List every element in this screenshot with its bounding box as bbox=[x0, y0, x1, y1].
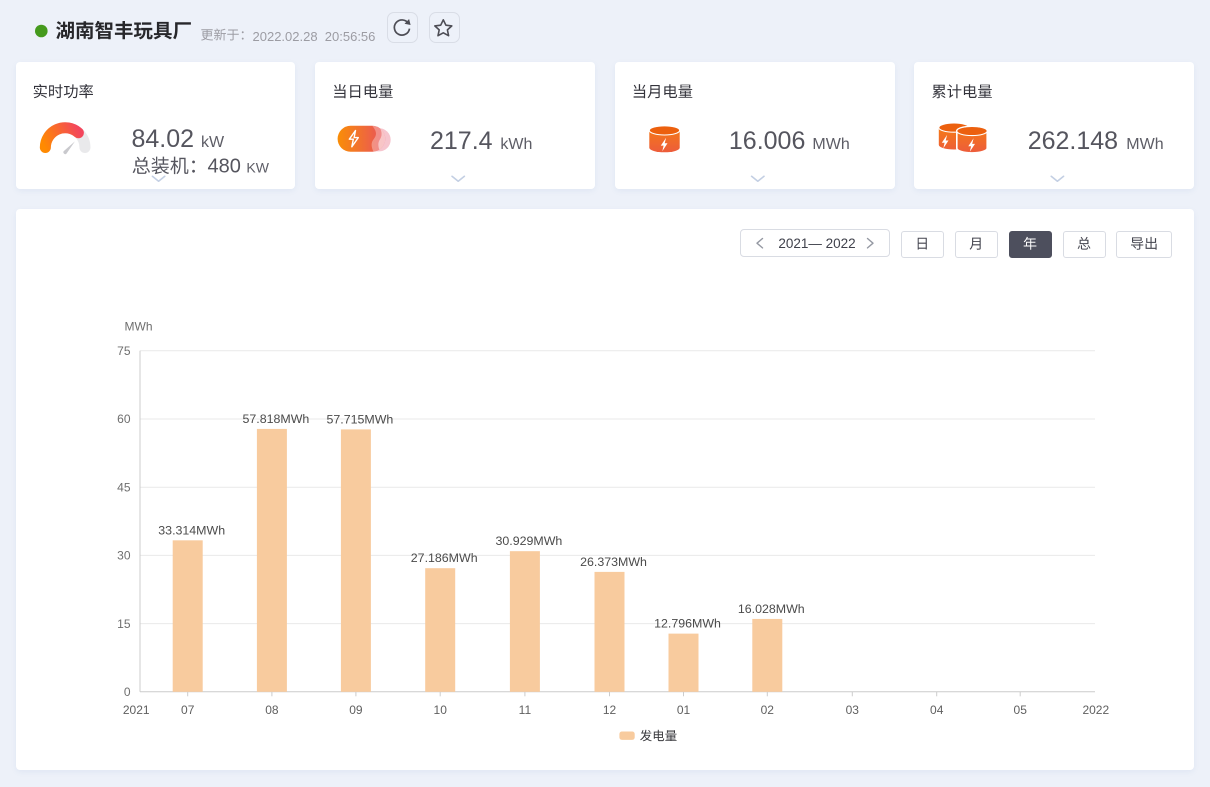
svg-text:57.715MWh: 57.715MWh bbox=[326, 412, 393, 426]
svg-text:01: 01 bbox=[677, 703, 691, 717]
svg-text:15: 15 bbox=[117, 617, 131, 631]
svg-text:02: 02 bbox=[761, 703, 775, 717]
svg-text:45: 45 bbox=[117, 480, 131, 494]
svg-text:11: 11 bbox=[519, 703, 532, 717]
svg-text:MWh: MWh bbox=[812, 136, 849, 153]
svg-text:07: 07 bbox=[181, 703, 195, 717]
svg-text:2022: 2022 bbox=[1082, 703, 1109, 717]
svg-text:217.4: 217.4 bbox=[430, 127, 493, 155]
svg-text:33.314MWh: 33.314MWh bbox=[158, 523, 225, 537]
svg-text:30: 30 bbox=[117, 549, 131, 563]
svg-text:04: 04 bbox=[930, 703, 944, 717]
svg-text:2021— 2022: 2021— 2022 bbox=[778, 236, 855, 251]
svg-text:30.929MWh: 30.929MWh bbox=[495, 534, 562, 548]
svg-text:75: 75 bbox=[117, 344, 131, 358]
svg-text:MWh: MWh bbox=[1126, 136, 1163, 153]
svg-text:60: 60 bbox=[117, 412, 131, 426]
svg-text:KW: KW bbox=[246, 160, 269, 176]
svg-text:08: 08 bbox=[265, 703, 279, 717]
svg-text:16.028MWh: 16.028MWh bbox=[738, 602, 805, 616]
svg-text:262.148: 262.148 bbox=[1028, 127, 1118, 155]
svg-text:12: 12 bbox=[603, 703, 617, 717]
svg-text:10: 10 bbox=[434, 703, 448, 717]
svg-text:27.186MWh: 27.186MWh bbox=[411, 551, 478, 565]
svg-text:26.373MWh: 26.373MWh bbox=[580, 555, 647, 569]
svg-text:kWh: kWh bbox=[500, 136, 532, 153]
svg-text:0: 0 bbox=[124, 685, 131, 699]
svg-text:84.02: 84.02 bbox=[132, 125, 195, 153]
svg-text:05: 05 bbox=[1014, 703, 1028, 717]
svg-text:480: 480 bbox=[208, 156, 241, 178]
svg-text:2021: 2021 bbox=[123, 703, 150, 717]
svg-text:16.006: 16.006 bbox=[729, 127, 805, 155]
svg-text:57.818MWh: 57.818MWh bbox=[242, 412, 309, 426]
svg-text:kW: kW bbox=[201, 134, 225, 151]
svg-text:09: 09 bbox=[349, 703, 363, 717]
svg-text:MWh: MWh bbox=[125, 320, 153, 334]
svg-text:03: 03 bbox=[846, 703, 860, 717]
svg-text:12.796MWh: 12.796MWh bbox=[654, 617, 721, 631]
